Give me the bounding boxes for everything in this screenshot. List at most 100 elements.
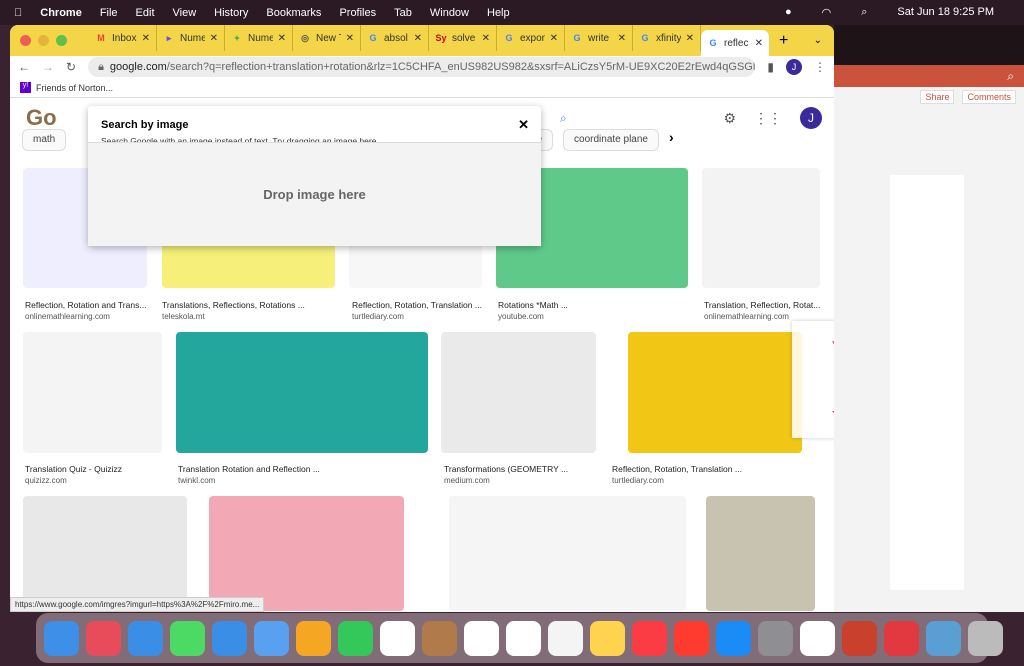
tab-close-icon[interactable]: ✕: [755, 38, 763, 49]
clock[interactable]: Sat Jun 18 9:25 PM: [897, 6, 994, 19]
tab-8[interactable]: Gxfinity ✕: [633, 25, 701, 51]
tab-close-icon[interactable]: ✕: [482, 33, 490, 44]
new-tab-button[interactable]: +: [779, 32, 788, 50]
tab-1[interactable]: ▸ Numer ✕: [157, 25, 225, 51]
chip-coordinate-plane[interactable]: coordinate plane: [563, 129, 659, 151]
result-title[interactable]: Translation Quiz - Quizizz: [25, 464, 122, 474]
dock-app-icon[interactable]: [842, 620, 877, 656]
dock-app-icon[interactable]: [254, 620, 289, 656]
dock-app-icon[interactable]: [884, 620, 919, 656]
dock-app-icon[interactable]: [506, 620, 541, 656]
minimize-window-button[interactable]: [38, 35, 49, 46]
profile-avatar[interactable]: J: [786, 59, 802, 75]
tab-6[interactable]: Gexpon ✕: [497, 25, 565, 51]
dock-app-icon[interactable]: [548, 620, 583, 656]
chips-next-chevron-icon[interactable]: ›: [669, 129, 674, 151]
search-submit-icon[interactable]: ⌕: [560, 111, 567, 126]
dock-app-icon[interactable]: [464, 620, 499, 656]
result-title[interactable]: Reflection, Rotation and Trans...: [25, 300, 146, 310]
dragged-image-preview[interactable]: [792, 321, 834, 438]
ppt-search-icon[interactable]: ⌕: [834, 65, 1024, 87]
result-source[interactable]: medium.com: [444, 476, 490, 485]
result-thumbnail[interactable]: [702, 168, 820, 288]
result-title[interactable]: Translation Rotation and Reflection ...: [178, 464, 320, 474]
menu-window[interactable]: Window: [430, 7, 469, 19]
dock-app-icon[interactable]: [212, 620, 247, 656]
tab-close-icon[interactable]: ✕: [210, 33, 218, 44]
dock-app-icon[interactable]: [86, 620, 121, 656]
result-thumbnail[interactable]: [209, 496, 404, 611]
dock-app-icon[interactable]: [296, 620, 331, 656]
tab-close-icon[interactable]: ✕: [618, 33, 626, 44]
apps-grid-icon[interactable]: ⋮⋮: [754, 110, 782, 127]
back-button[interactable]: ←: [18, 60, 30, 74]
result-thumbnail[interactable]: [441, 332, 596, 453]
search-icon[interactable]: ⌕: [861, 6, 867, 19]
dock-app-icon[interactable]: [674, 620, 709, 656]
tab-7[interactable]: Gwrite ✕: [565, 25, 633, 51]
menu-help[interactable]: Help: [487, 7, 510, 19]
settings-gear-icon[interactable]: ⚙: [723, 110, 736, 127]
result-title[interactable]: Reflection, Rotation, Translation ...: [352, 300, 482, 310]
dock-app-icon[interactable]: [926, 620, 961, 656]
wifi-icon[interactable]: ◠: [822, 6, 832, 19]
menu-tab[interactable]: Tab: [394, 7, 412, 19]
dock-app-icon[interactable]: [380, 620, 415, 656]
forward-button[interactable]: →: [42, 60, 54, 74]
result-thumbnail[interactable]: [706, 496, 815, 611]
result-thumbnail[interactable]: [23, 332, 162, 453]
menu-file[interactable]: File: [100, 7, 118, 19]
result-title[interactable]: Reflection, Rotation, Translation ...: [612, 464, 742, 474]
maximize-window-button[interactable]: [56, 35, 67, 46]
tab-5[interactable]: Sy solve ✕: [429, 25, 497, 51]
result-source[interactable]: turtlediary.com: [612, 476, 664, 485]
tab-2[interactable]: + Nume ✕: [225, 25, 293, 51]
google-logo[interactable]: Go: [26, 105, 57, 131]
menu-view[interactable]: View: [173, 7, 197, 19]
result-source[interactable]: turtlediary.com: [352, 312, 404, 321]
dock-app-icon[interactable]: [422, 620, 457, 656]
ppt-comments-button[interactable]: Comments: [962, 90, 1016, 104]
menu-edit[interactable]: Edit: [136, 7, 155, 19]
result-thumbnail[interactable]: [449, 496, 686, 611]
dock-app-icon[interactable]: [758, 620, 793, 656]
menu-profiles[interactable]: Profiles: [339, 7, 376, 19]
dock-app-icon[interactable]: [800, 620, 835, 656]
result-source[interactable]: youtube.com: [498, 312, 544, 321]
apple-menu[interactable]: : [14, 7, 22, 19]
dock-app-icon[interactable]: [590, 620, 625, 656]
side-panel-icon[interactable]: ▮: [767, 60, 774, 74]
result-source[interactable]: twinkl.com: [178, 476, 215, 485]
result-thumbnail[interactable]: [23, 496, 187, 611]
chip-math[interactable]: math: [22, 129, 67, 151]
tab-close-icon[interactable]: ✕: [414, 33, 422, 44]
tab-search-chevron-icon[interactable]: ⌄: [814, 35, 822, 46]
dock-app-icon[interactable]: [170, 620, 205, 656]
tab-4[interactable]: Gabsol ✕: [361, 25, 429, 51]
tab-close-icon[interactable]: ✕: [346, 33, 354, 44]
menu-app[interactable]: Chrome: [40, 7, 82, 19]
menu-history[interactable]: History: [214, 7, 248, 19]
tab-close-icon[interactable]: ✕: [278, 33, 286, 44]
ppt-share-button[interactable]: Share: [920, 90, 955, 104]
result-title[interactable]: Transformations (GEOMETRY ...: [444, 464, 568, 474]
dock-app-icon[interactable]: [44, 620, 79, 656]
record-icon[interactable]: ●: [785, 6, 792, 19]
dock-app-icon[interactable]: [716, 620, 751, 656]
result-source[interactable]: onlinemathlearning.com: [25, 312, 110, 321]
result-source[interactable]: teleskola.mt: [162, 312, 205, 321]
result-source[interactable]: quizizz.com: [25, 476, 67, 485]
google-account-avatar[interactable]: J: [800, 107, 822, 129]
dock-app-icon[interactable]: [968, 620, 1003, 656]
image-drop-zone[interactable]: Drop image here: [88, 142, 541, 246]
result-title[interactable]: Translation, Reflection, Rotat...: [704, 300, 820, 310]
tab-0[interactable]: M Inbox ✕: [89, 25, 157, 51]
bookmark-item[interactable]: Friends of Norton...: [36, 83, 113, 93]
result-title[interactable]: Rotations *Math ...: [498, 300, 568, 310]
dock-app-icon[interactable]: [632, 620, 667, 656]
tab-close-icon[interactable]: ✕: [550, 33, 558, 44]
result-thumbnail[interactable]: [628, 332, 802, 453]
more-menu-icon[interactable]: ⋮: [814, 60, 826, 74]
tab-9[interactable]: Greflec ✕: [701, 30, 769, 56]
result-source[interactable]: onlinemathlearning.com: [704, 312, 789, 321]
